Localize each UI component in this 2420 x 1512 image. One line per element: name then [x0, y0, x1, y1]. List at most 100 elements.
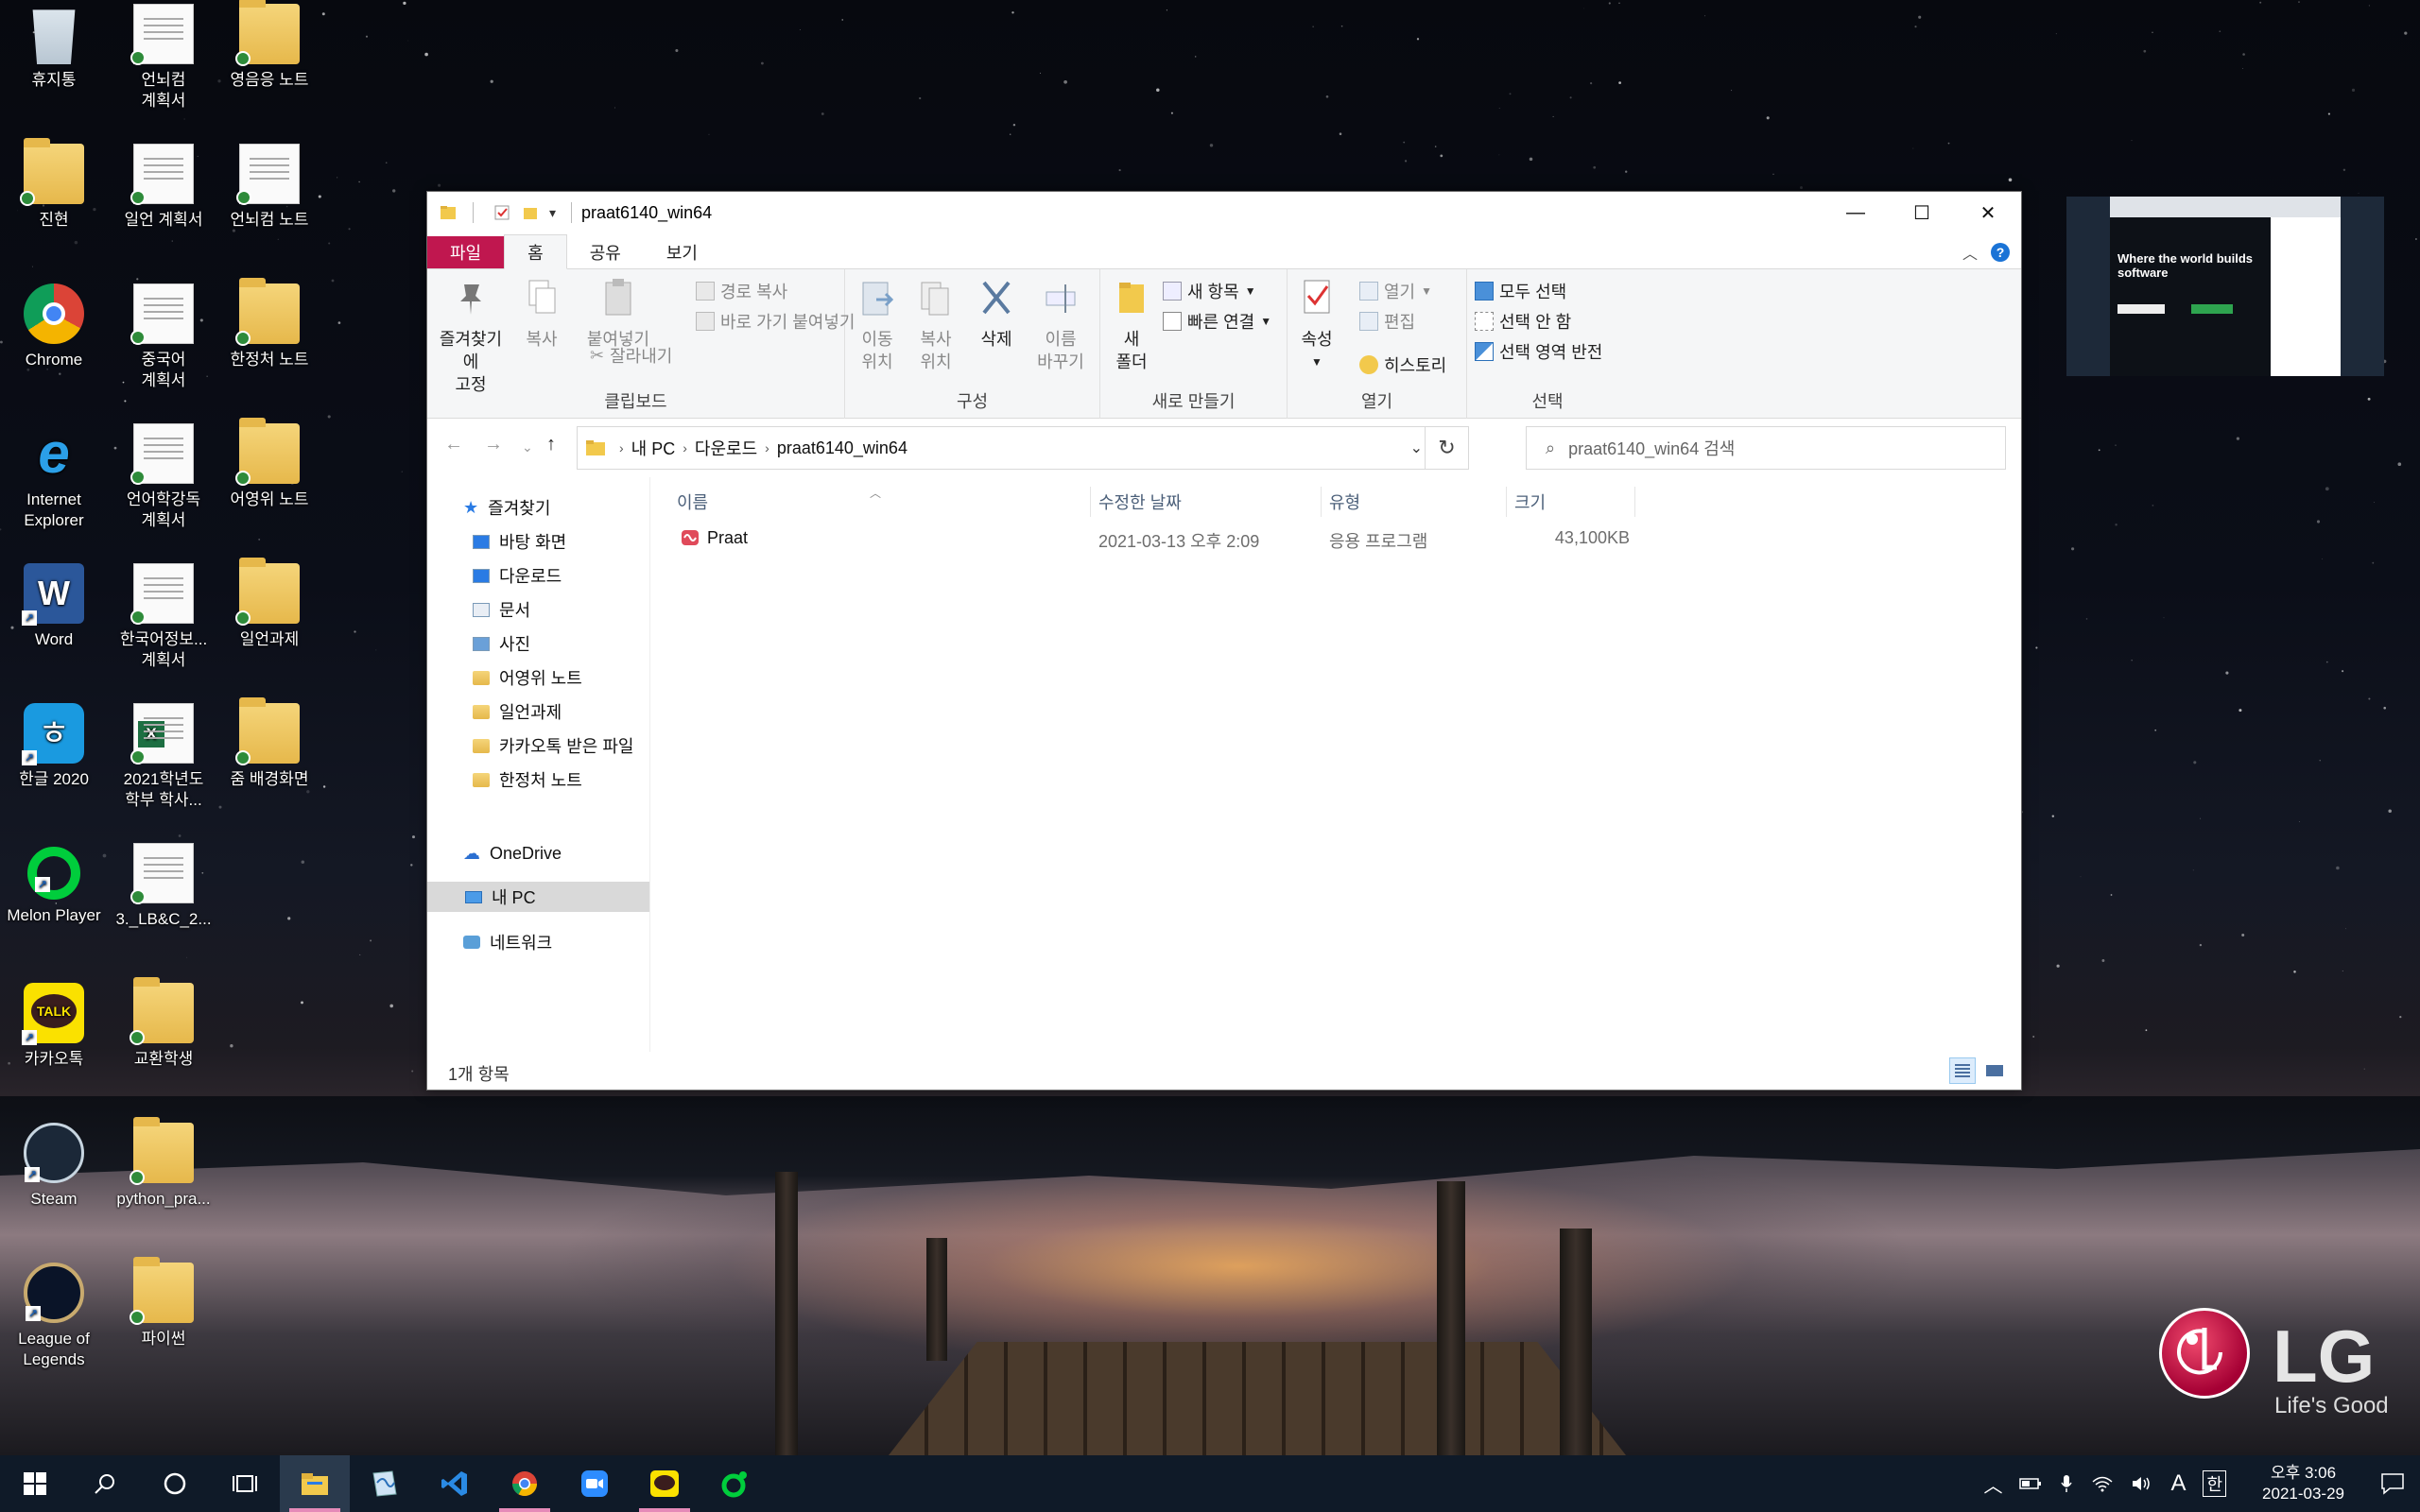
- ime-mode[interactable]: 한: [2203, 1470, 2227, 1497]
- browser-thumbnail-preview[interactable]: Where the world builds software: [2066, 197, 2384, 376]
- desktop-icon[interactable]: e Internet Explorer: [2, 423, 106, 531]
- new-folder-button[interactable]: 새 폴더: [1108, 277, 1155, 373]
- delete-button[interactable]: 삭제: [968, 277, 1025, 351]
- desktop-icon[interactable]: 언뇌컴 계획서: [112, 4, 216, 112]
- desktop-icon[interactable]: X 2021학년도 학부 학사...: [112, 703, 216, 811]
- forward-arrow-icon[interactable]: →: [484, 434, 503, 455]
- properties-check-icon[interactable]: [493, 203, 511, 222]
- desktop-icon[interactable]: ↗ Melon Player: [2, 843, 106, 926]
- nav-quick-access[interactable]: ★ 즐겨찾기: [463, 492, 550, 523]
- cut-button[interactable]: ✂ 잘라내기: [590, 343, 672, 368]
- clock[interactable]: 오후 3:06 2021-03-29: [2262, 1463, 2344, 1504]
- desktop-icon[interactable]: 휴지통: [2, 4, 106, 91]
- tab-home[interactable]: 홈: [504, 234, 567, 269]
- copy-to-button[interactable]: 복사 위치: [908, 277, 964, 373]
- notification-icon[interactable]: [2380, 1472, 2405, 1495]
- nav-item[interactable]: 어영위 노트: [473, 662, 582, 693]
- desktop-icon[interactable]: ㅎ ↗ 한글 2020: [2, 703, 106, 790]
- refresh-button[interactable]: ↻: [1425, 427, 1468, 469]
- desktop-icon[interactable]: Chrome: [2, 284, 106, 370]
- collapse-ribbon-icon[interactable]: ︿: [1962, 241, 1978, 264]
- nav-item[interactable]: 한정처 노트: [473, 765, 582, 795]
- taskbar-zoom[interactable]: [560, 1455, 630, 1512]
- back-arrow-icon[interactable]: ←: [444, 434, 463, 455]
- address-bar[interactable]: › 내 PC › 다운로드 › praat6140_win64 ⌄ ↻: [577, 426, 1469, 470]
- desktop-icon[interactable]: 어영위 노트: [217, 418, 321, 510]
- desktop-icon[interactable]: python_pra...: [112, 1117, 216, 1210]
- search-input[interactable]: ⌕ praat6140_win64 검색: [1526, 426, 2006, 470]
- wifi-icon[interactable]: [2091, 1474, 2114, 1493]
- column-header-modified[interactable]: 수정한 날짜: [1091, 487, 1322, 517]
- invert-selection-button[interactable]: 선택 영역 반전: [1475, 339, 1602, 364]
- desktop-icon[interactable]: 언어학강독 계획서: [112, 423, 216, 531]
- new-item-button[interactable]: 새 항목 ▼: [1163, 279, 1256, 303]
- nav-item[interactable]: 문서📌: [473, 594, 687, 625]
- show-hidden-icons[interactable]: ︿: [1983, 1470, 2002, 1498]
- tab-share[interactable]: 공유: [567, 236, 644, 268]
- desktop-icon[interactable]: TALK ↗ 카카오톡: [2, 983, 106, 1070]
- taskbar-melon[interactable]: [700, 1455, 769, 1512]
- edit-button[interactable]: 편집: [1359, 309, 1415, 334]
- taskbar-praat[interactable]: [350, 1455, 420, 1512]
- desktop-icon[interactable]: W ↗ Word: [2, 563, 106, 650]
- maximize-button[interactable]: ☐: [1889, 192, 1955, 233]
- nav-item[interactable]: 사진📌: [473, 628, 687, 659]
- desktop-icon[interactable]: 영음응 노트: [217, 0, 321, 91]
- file-explorer-window[interactable]: ▾ praat6140_win64 — ☐ ✕ 파일 홈 공유 보기 ︿ ? 즐…: [426, 191, 2022, 1091]
- rename-button[interactable]: 이름 바꾸기: [1025, 277, 1097, 373]
- desktop-icon[interactable]: 한정처 노트: [217, 278, 321, 370]
- desktop-icon[interactable]: 한국어정보... 계획서: [112, 563, 216, 671]
- taskbar-chrome[interactable]: [490, 1455, 560, 1512]
- chevron-right-icon[interactable]: ›: [765, 440, 769, 455]
- title-bar[interactable]: ▾ praat6140_win64 — ☐ ✕: [427, 192, 2021, 233]
- paste-button[interactable]: 붙여넣기: [580, 277, 656, 351]
- details-view-button[interactable]: [1949, 1057, 1976, 1084]
- close-button[interactable]: ✕: [1955, 192, 2021, 233]
- desktop-icon[interactable]: 일언 계획서: [112, 144, 216, 231]
- cortana-button[interactable]: [140, 1455, 210, 1512]
- paste-shortcut-button[interactable]: 바로 가기 붙여넣기: [696, 309, 855, 334]
- copy-path-button[interactable]: 경로 복사: [696, 279, 787, 303]
- properties-button[interactable]: 속성 ▼: [1293, 277, 1340, 373]
- customize-toolbar-icon[interactable]: ▾: [549, 205, 556, 221]
- desktop-icon[interactable]: 줌 배경화면: [217, 697, 321, 790]
- desktop-icon[interactable]: ↗ League of Legends: [2, 1263, 106, 1370]
- address-history-dropdown-icon[interactable]: ⌄: [1410, 438, 1423, 457]
- start-button[interactable]: [0, 1455, 70, 1512]
- breadcrumb-this-pc[interactable]: 내 PC: [631, 436, 676, 460]
- new-folder-icon[interactable]: [521, 203, 540, 222]
- breadcrumb-current-folder[interactable]: praat6140_win64: [777, 438, 908, 458]
- select-none-button[interactable]: 선택 안 함: [1475, 309, 1571, 334]
- desktop-icon[interactable]: 3._LB&C_2...: [112, 843, 216, 930]
- nav-item[interactable]: 다운로드📌: [473, 560, 687, 591]
- desktop-icon[interactable]: 언뇌컴 노트: [217, 144, 321, 231]
- search-button[interactable]: [70, 1455, 140, 1512]
- breadcrumb-downloads[interactable]: 다운로드: [695, 436, 757, 460]
- file-row[interactable]: Praat 2021-03-13 오후 2:09 응용 프로그램 43,100K…: [650, 523, 1630, 553]
- large-icons-view-button[interactable]: [1981, 1057, 2008, 1084]
- speaker-icon[interactable]: [2131, 1474, 2153, 1493]
- battery-icon[interactable]: [2019, 1475, 2042, 1492]
- pin-quick-access-button[interactable]: 즐겨찾기에 고정: [435, 277, 507, 396]
- copy-button[interactable]: 복사: [518, 277, 565, 351]
- task-view-button[interactable]: [210, 1455, 280, 1512]
- select-all-button[interactable]: 모두 선택: [1475, 279, 1566, 303]
- input-language[interactable]: A: [2170, 1470, 2186, 1497]
- minimize-button[interactable]: —: [1823, 192, 1889, 233]
- up-arrow-icon[interactable]: ↑: [546, 434, 556, 455]
- desktop-icon[interactable]: 중국어 계획서: [112, 284, 216, 391]
- column-header-type[interactable]: 유형: [1322, 487, 1507, 517]
- taskbar-vscode[interactable]: [420, 1455, 490, 1512]
- desktop-icon[interactable]: 일언과제: [217, 558, 321, 650]
- nav-item[interactable]: 일언과제: [473, 696, 562, 727]
- chevron-right-icon[interactable]: ›: [683, 440, 687, 455]
- history-button[interactable]: 히스토리: [1359, 352, 1446, 377]
- chevron-right-icon[interactable]: ›: [619, 440, 624, 455]
- move-to-button[interactable]: 이동 위치: [849, 277, 906, 373]
- tab-view[interactable]: 보기: [644, 236, 720, 268]
- help-icon[interactable]: ?: [1991, 243, 2010, 262]
- recent-locations-icon[interactable]: ⌄: [522, 439, 533, 455]
- nav-network[interactable]: 네트워크: [463, 927, 552, 957]
- taskbar-file-explorer[interactable]: [280, 1455, 350, 1512]
- nav-item[interactable]: 바탕 화면📌: [473, 526, 687, 557]
